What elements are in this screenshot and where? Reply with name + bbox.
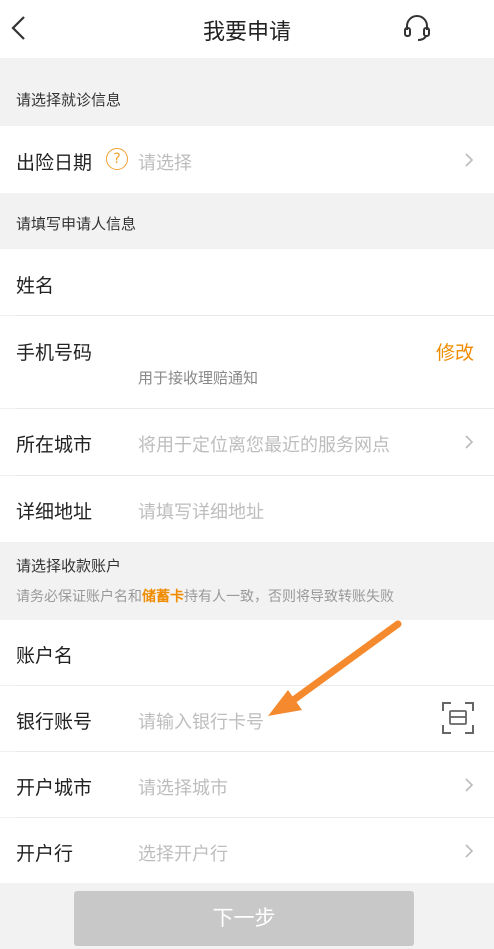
address-row[interactable]: 详细地址 请填写详细地址 bbox=[0, 476, 494, 542]
chevron-right-icon bbox=[465, 435, 474, 449]
name-label: 姓名 bbox=[16, 275, 55, 297]
account-name-label: 账户名 bbox=[16, 645, 74, 667]
phone-row: 手机号码 修改 用于接收理赔通知 bbox=[0, 316, 494, 408]
applicant-section-header: 请填写申请人信息 bbox=[0, 193, 494, 249]
top-bar: 我要申请 bbox=[0, 0, 494, 58]
address-input[interactable]: 请填写详细地址 bbox=[138, 498, 264, 524]
visit-date-placeholder: 请选择 bbox=[138, 153, 192, 174]
bank-account-row[interactable]: 银行账号 请输入银行卡号 bbox=[0, 686, 494, 751]
bank-branch-row[interactable]: 开户行 选择开户行 bbox=[0, 818, 494, 883]
account-section-note: 请务必保证账户名和储蓄卡持有人一致，否则将导致转账失败 bbox=[16, 586, 394, 606]
bank-city-label: 开户城市 bbox=[16, 777, 93, 799]
chevron-right-icon bbox=[465, 844, 474, 858]
bank-city-row[interactable]: 开户城市 请选择城市 bbox=[0, 752, 494, 817]
account-section-header: 请选择收款账户 请务必保证账户名和储蓄卡持有人一致，否则将导致转账失败 bbox=[0, 542, 494, 620]
card-scan-icon[interactable] bbox=[441, 701, 475, 735]
chevron-right-icon bbox=[465, 153, 474, 167]
account-section-title: 请选择收款账户 bbox=[16, 557, 122, 575]
city-row[interactable]: 所在城市 将用于定位离您最近的服务网点 bbox=[0, 409, 494, 475]
visit-section-header: 请选择就诊信息 bbox=[0, 70, 494, 126]
help-icon[interactable]: ? bbox=[106, 148, 128, 170]
phone-hint: 用于接收理赔通知 bbox=[138, 369, 259, 387]
city-label: 所在城市 bbox=[16, 434, 93, 456]
bank-account-label: 银行账号 bbox=[16, 711, 93, 733]
address-label: 详细地址 bbox=[16, 501, 93, 523]
headset-icon[interactable] bbox=[402, 13, 432, 43]
note-text: 持有人一致，否则将导致转账失败 bbox=[184, 589, 394, 605]
applicant-section-title: 请填写申请人信息 bbox=[16, 215, 137, 233]
bank-city-placeholder: 请选择城市 bbox=[138, 778, 228, 799]
edit-phone-button[interactable]: 修改 bbox=[436, 338, 474, 365]
next-step-button[interactable]: 下一步 bbox=[74, 891, 414, 946]
bank-branch-label: 开户行 bbox=[16, 843, 74, 865]
bank-account-input[interactable]: 请输入银行卡号 bbox=[138, 708, 264, 734]
visit-section-title: 请选择就诊信息 bbox=[16, 91, 122, 109]
account-name-row[interactable]: 账户名 bbox=[0, 620, 494, 685]
bank-branch-placeholder: 选择开户行 bbox=[138, 844, 228, 865]
visit-date-row[interactable]: 出险日期 ? 请选择 bbox=[0, 126, 494, 193]
note-highlight: 储蓄卡 bbox=[142, 589, 184, 605]
visit-date-label: 出险日期 bbox=[16, 152, 93, 174]
city-placeholder: 将用于定位离您最近的服务网点 bbox=[138, 435, 390, 456]
chevron-right-icon bbox=[465, 778, 474, 792]
note-text: 请务必保证账户名和 bbox=[16, 589, 142, 605]
name-row[interactable]: 姓名 bbox=[0, 249, 494, 315]
phone-label: 手机号码 bbox=[16, 342, 93, 364]
